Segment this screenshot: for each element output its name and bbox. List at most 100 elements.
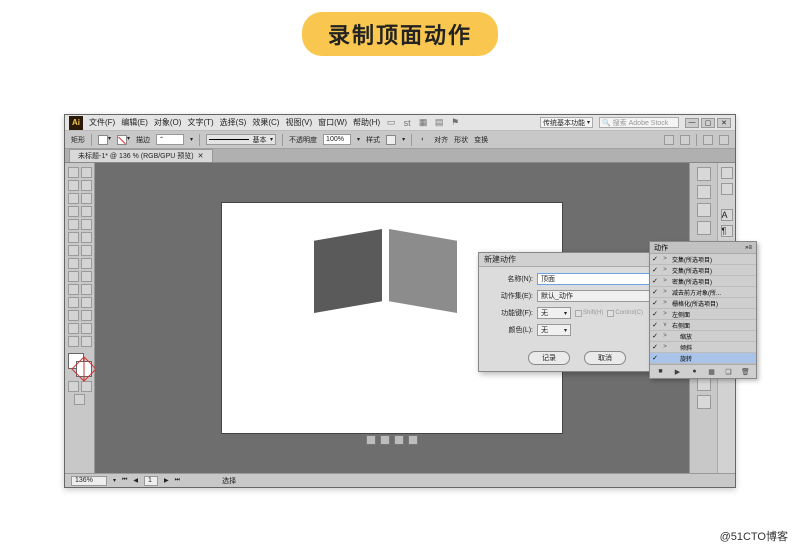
action-row[interactable]: ✓>左侧面 bbox=[650, 309, 756, 320]
opacity-drop[interactable]: ▾ bbox=[357, 136, 360, 143]
action-row[interactable]: ✓>交集(所选项目) bbox=[650, 265, 756, 276]
panel-character-icon[interactable]: A bbox=[721, 209, 733, 221]
nav-first-icon[interactable]: ⏮ bbox=[122, 477, 127, 484]
action-expand-icon[interactable]: > bbox=[660, 344, 670, 350]
tool-shape-builder[interactable] bbox=[68, 271, 79, 282]
nav-next-icon[interactable]: ▶ bbox=[164, 477, 169, 484]
panel-artboards-icon[interactable] bbox=[697, 395, 711, 409]
panel-swatches-icon[interactable] bbox=[697, 185, 711, 199]
action-expand-icon[interactable]: > bbox=[660, 300, 670, 306]
tool-shaper[interactable] bbox=[68, 232, 79, 243]
action-check-icon[interactable]: ✓ bbox=[650, 288, 660, 296]
action-check-icon[interactable]: ✓ bbox=[650, 321, 660, 329]
stop-icon[interactable]: ■ bbox=[656, 367, 665, 376]
action-row[interactable]: ✓>缩放 bbox=[650, 331, 756, 342]
record-icon[interactable]: ● bbox=[690, 367, 699, 376]
artboard-num[interactable]: 1 bbox=[144, 476, 158, 486]
align-link[interactable]: 对齐 bbox=[434, 135, 448, 145]
style-swatch[interactable] bbox=[386, 135, 396, 145]
action-row[interactable]: ✓旋转 bbox=[650, 353, 756, 364]
panel-symbols-icon[interactable] bbox=[697, 221, 711, 235]
trash-icon[interactable]: 🗑 bbox=[741, 367, 750, 376]
menu-edit[interactable]: 编辑(E) bbox=[121, 117, 148, 128]
tool-symbol[interactable] bbox=[68, 310, 79, 321]
fill-swatch[interactable]: ▾ bbox=[98, 135, 111, 145]
canvas[interactable]: 新建动作 名称(N): 顶面 动作集(E): 默认_动作▾ 功能键(F): 无▾… bbox=[95, 163, 689, 473]
panel-asset-icon[interactable] bbox=[697, 377, 711, 391]
actions-panel-header[interactable]: 动作 »≡ bbox=[650, 242, 756, 254]
nav-last-icon[interactable]: ⏭ bbox=[175, 477, 180, 484]
tool-eyedrop[interactable] bbox=[68, 297, 79, 308]
opacity-input[interactable]: 100% bbox=[323, 134, 351, 145]
workspace-switcher[interactable]: 传统基本功能▾ bbox=[540, 117, 593, 128]
action-set-select[interactable]: 默认_动作▾ bbox=[537, 290, 667, 302]
tool-pen[interactable] bbox=[68, 193, 79, 204]
brush-dropdown[interactable]: 基本▾ bbox=[206, 134, 276, 145]
action-expand-icon[interactable]: > bbox=[660, 278, 670, 284]
action-check-icon[interactable]: ✓ bbox=[650, 277, 660, 285]
action-expand-icon[interactable]: v bbox=[660, 322, 670, 328]
transform-link[interactable]: 变换 bbox=[474, 135, 488, 145]
menu-type[interactable]: 文字(T) bbox=[187, 117, 213, 128]
shape-link[interactable]: 形状 bbox=[454, 135, 468, 145]
nav-prev-icon[interactable]: ◀ bbox=[133, 477, 138, 484]
edit-icon[interactable] bbox=[680, 135, 690, 145]
arrange-icon[interactable]: ▤ bbox=[434, 118, 444, 128]
action-check-icon[interactable]: ✓ bbox=[650, 332, 660, 340]
color-mode-1[interactable] bbox=[68, 381, 79, 392]
zoom-field[interactable]: 136% bbox=[71, 476, 107, 486]
tool-rotate[interactable] bbox=[68, 245, 79, 256]
record-button[interactable]: 记录 bbox=[528, 351, 570, 365]
cancel-button[interactable]: 取消 bbox=[584, 351, 626, 365]
menu-help[interactable]: 帮助(H) bbox=[353, 117, 380, 128]
color-select[interactable]: 无▾ bbox=[537, 324, 571, 336]
color-mode-2[interactable] bbox=[81, 381, 92, 392]
tool-line[interactable] bbox=[81, 206, 92, 217]
tool-artboard[interactable] bbox=[68, 323, 79, 334]
new-set-icon[interactable]: ▦ bbox=[707, 367, 716, 376]
search-input[interactable]: 🔍 搜索 Adobe Stock bbox=[599, 117, 679, 128]
close-button[interactable]: ✕ bbox=[717, 118, 731, 128]
action-expand-icon[interactable]: > bbox=[660, 333, 670, 339]
action-row[interactable]: ✓>栅格化(所选项目) bbox=[650, 298, 756, 309]
tool-free-transform[interactable] bbox=[81, 258, 92, 269]
action-row[interactable]: ✓>交集(所选项目) bbox=[650, 254, 756, 265]
panel-icon-1[interactable] bbox=[703, 135, 713, 145]
action-check-icon[interactable]: ✓ bbox=[650, 266, 660, 274]
new-action-icon[interactable]: ❏ bbox=[724, 367, 733, 376]
tool-type[interactable] bbox=[68, 206, 79, 217]
stroke-swatch[interactable]: ▾ bbox=[117, 135, 130, 145]
tool-eraser[interactable] bbox=[81, 232, 92, 243]
tool-scale[interactable] bbox=[81, 245, 92, 256]
menu-object[interactable]: 对象(O) bbox=[154, 117, 182, 128]
panel-brushes-icon[interactable] bbox=[697, 203, 711, 217]
action-expand-icon[interactable]: > bbox=[660, 289, 670, 295]
action-check-icon[interactable]: ✓ bbox=[650, 255, 660, 263]
action-row[interactable]: ✓>倾斜 bbox=[650, 342, 756, 353]
maximize-button[interactable]: ▢ bbox=[701, 118, 715, 128]
action-row[interactable]: ✓>减去前方对象(所... bbox=[650, 287, 756, 298]
action-expand-icon[interactable]: > bbox=[660, 256, 670, 262]
action-expand-icon[interactable]: > bbox=[660, 267, 670, 273]
tool-gradient[interactable] bbox=[81, 284, 92, 295]
tool-selection[interactable] bbox=[68, 167, 79, 178]
play-icon[interactable]: ▶ bbox=[673, 367, 682, 376]
tool-hand[interactable] bbox=[68, 336, 79, 347]
shape-left-face[interactable] bbox=[314, 229, 382, 313]
stroke-color-icon[interactable] bbox=[76, 361, 92, 377]
menu-select[interactable]: 选择(S) bbox=[220, 117, 247, 128]
menu-view[interactable]: 视图(V) bbox=[285, 117, 312, 128]
tool-width[interactable] bbox=[68, 258, 79, 269]
tool-perspective[interactable] bbox=[81, 271, 92, 282]
menu-effect[interactable]: 效果(C) bbox=[252, 117, 279, 128]
tool-blend[interactable] bbox=[81, 297, 92, 308]
actions-panel-menu-icon[interactable]: »≡ bbox=[745, 245, 752, 251]
stroke-weight-input[interactable]: ⌃ bbox=[156, 134, 184, 145]
tool-slice[interactable] bbox=[81, 323, 92, 334]
panel-paragraph-icon[interactable]: ¶ bbox=[721, 225, 733, 237]
bridge-icon[interactable]: ▭ bbox=[386, 118, 396, 128]
tool-zoom[interactable] bbox=[81, 336, 92, 347]
panel-libraries-icon[interactable] bbox=[721, 183, 733, 195]
fkey-select[interactable]: 无▾ bbox=[537, 307, 571, 319]
ab-icon-4[interactable] bbox=[408, 435, 418, 445]
